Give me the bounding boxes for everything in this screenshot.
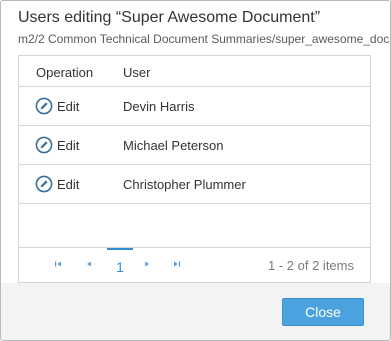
grid-header: Operation User xyxy=(19,56,370,87)
dialog-title: Users editing “Super Awesome Document” xyxy=(18,9,321,26)
table-row[interactable]: Edit Michael Peterson xyxy=(19,126,370,165)
first-page-icon[interactable] xyxy=(51,257,65,271)
current-page-number[interactable]: 1 xyxy=(107,248,133,281)
prev-page-icon[interactable] xyxy=(82,257,96,271)
operation-label: Edit xyxy=(57,137,80,153)
users-grid: Operation User Edit Devin Harris Edit Mi… xyxy=(18,55,371,283)
operation-label: Edit xyxy=(57,176,80,192)
document-path: m2/2 Common Technical Document Summaries… xyxy=(18,32,391,46)
table-row[interactable]: Edit Devin Harris xyxy=(19,87,370,126)
edit-pencil-icon xyxy=(35,97,53,115)
user-cell: Devin Harris xyxy=(123,99,195,114)
next-page-icon[interactable] xyxy=(140,257,154,271)
user-cell: Michael Peterson xyxy=(123,138,224,153)
pager-info: 1 - 2 of 2 items xyxy=(268,258,354,273)
edit-pencil-icon xyxy=(35,175,53,193)
column-header-operation[interactable]: Operation xyxy=(36,65,93,80)
column-header-user[interactable]: User xyxy=(123,65,150,80)
operation-cell: Edit xyxy=(35,175,79,193)
user-cell: Christopher Plummer xyxy=(123,177,246,192)
dialog-body: Users editing “Super Awesome Document” m… xyxy=(1,1,390,283)
edit-pencil-icon xyxy=(35,136,53,154)
operation-label: Edit xyxy=(57,98,80,114)
grid-pager: 1 1 - 2 of 2 items xyxy=(19,247,370,282)
operation-cell: Edit xyxy=(35,136,79,154)
users-editing-dialog: Users editing “Super Awesome Document” m… xyxy=(0,0,391,341)
last-page-icon[interactable] xyxy=(170,257,184,271)
table-row[interactable]: Edit Christopher Plummer xyxy=(19,165,370,204)
operation-cell: Edit xyxy=(35,97,79,115)
close-button[interactable]: Close xyxy=(282,298,364,326)
